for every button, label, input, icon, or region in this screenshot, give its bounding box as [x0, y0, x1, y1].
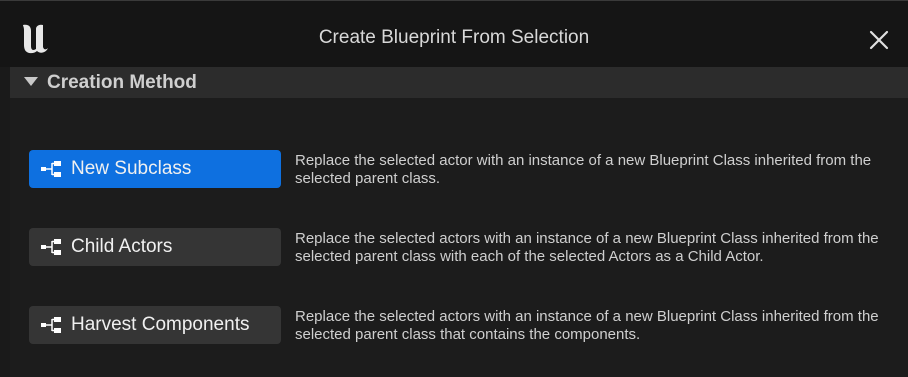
close-icon[interactable] — [862, 23, 896, 57]
dialog-title: Create Blueprint From Selection — [318, 27, 590, 48]
harvest-components-button[interactable]: Harvest Components — [29, 306, 281, 344]
hierarchy-icon — [41, 239, 61, 255]
harvest-components-label: Harvest Components — [71, 314, 250, 335]
section-header-creation-method[interactable]: Creation Method — [10, 67, 908, 98]
child-actors-label: Child Actors — [71, 236, 173, 257]
child-actors-button[interactable]: Child Actors — [29, 228, 281, 266]
hierarchy-icon — [41, 161, 61, 177]
new-subclass-button[interactable]: New Subclass — [29, 150, 281, 188]
hierarchy-icon — [41, 317, 61, 333]
section-title: Creation Method — [47, 72, 197, 93]
new-subclass-description: Replace the selected actor with an insta… — [295, 152, 872, 187]
triangle-down-icon[interactable] — [24, 77, 38, 86]
new-subclass-label: New Subclass — [71, 158, 192, 179]
child-actors-description: Replace the selected actors with an inst… — [295, 230, 879, 265]
title-bar[interactable]: Create Blueprint From Selection — [0, 1, 908, 67]
harvest-components-description: Replace the selected actors with an inst… — [295, 308, 879, 343]
dialog-window: Create Blueprint From Selection Creation… — [0, 0, 908, 377]
